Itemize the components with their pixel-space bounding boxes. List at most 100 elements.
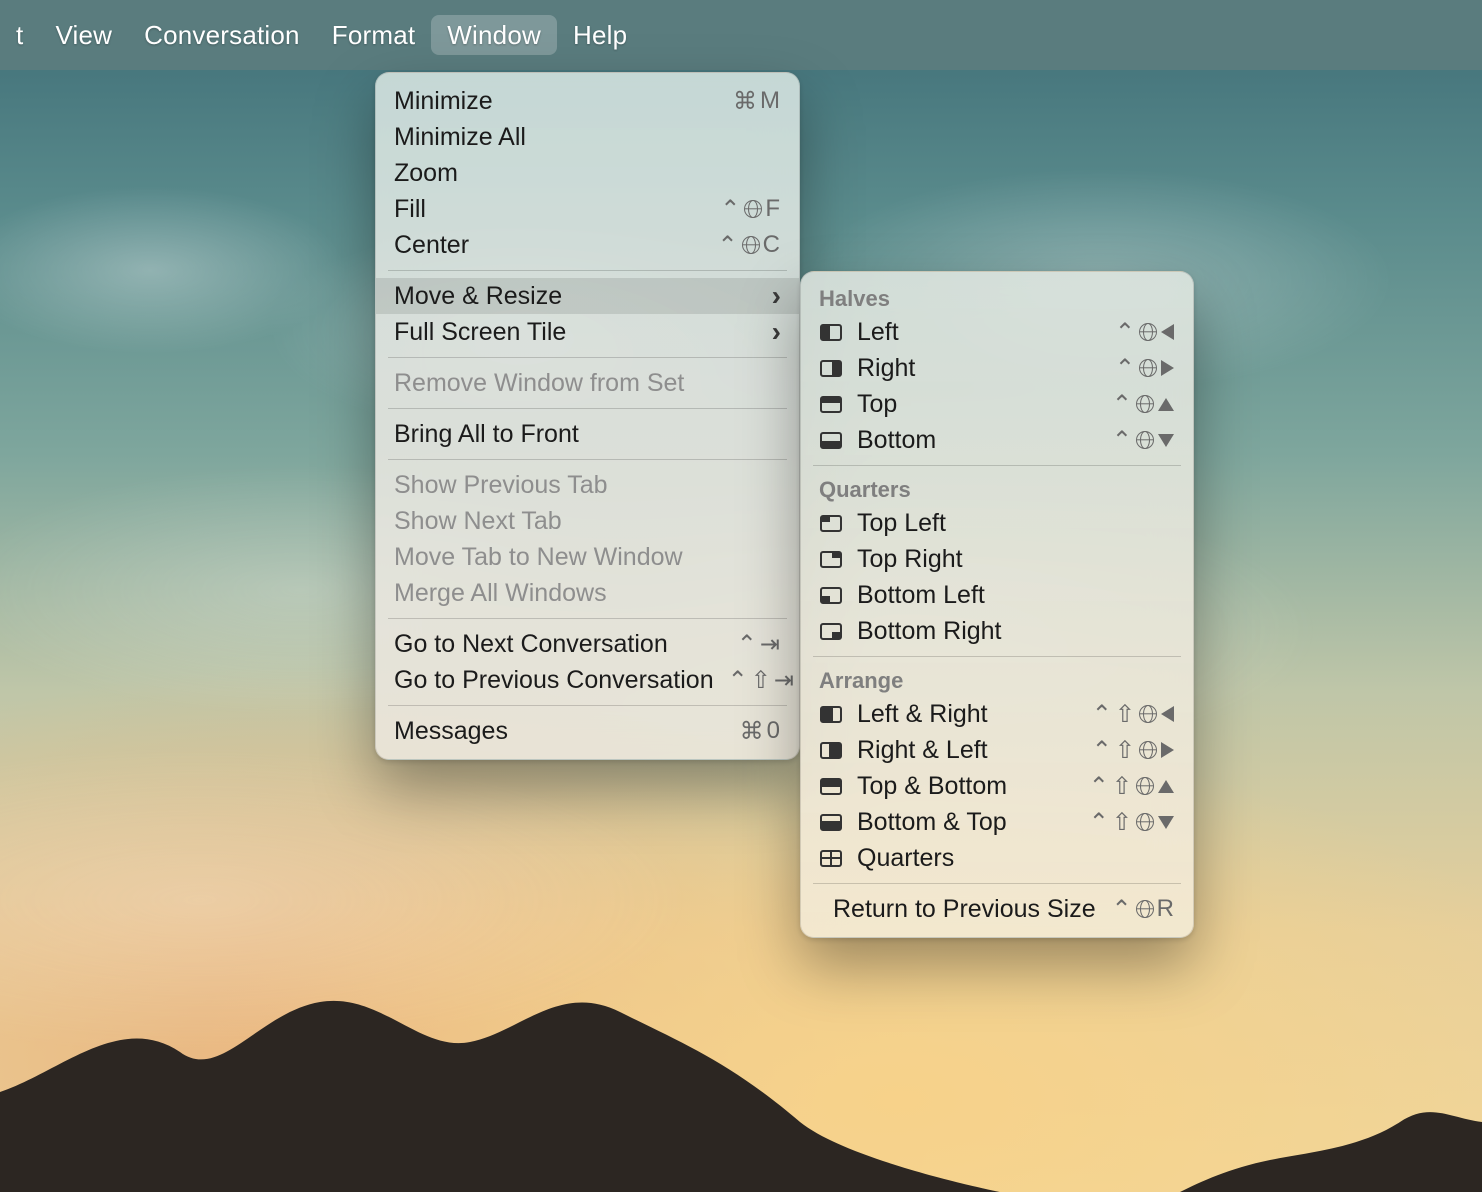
modifier-key: ⇧ bbox=[751, 666, 772, 695]
menu-item-left[interactable]: Left ⌃ bbox=[801, 314, 1193, 350]
modifier-key: ⌃ bbox=[728, 666, 749, 695]
modifier-key: ⌃ bbox=[1089, 772, 1110, 801]
menu-item-left-right[interactable]: Left & Right ⌃⇧ bbox=[801, 696, 1193, 732]
chevron-right-icon: › bbox=[764, 280, 781, 312]
globe-icon bbox=[1136, 777, 1154, 795]
globe-icon bbox=[1136, 813, 1154, 831]
shortcut-key: R bbox=[1157, 895, 1175, 923]
menu-item-top-left[interactable]: Top Left bbox=[801, 505, 1193, 541]
menu-separator bbox=[813, 883, 1181, 884]
right-triangle-icon bbox=[1161, 742, 1174, 758]
menu-shortcut: ⌃ bbox=[1112, 390, 1175, 419]
globe-icon bbox=[1139, 705, 1157, 723]
window-position-icon-left bbox=[819, 324, 843, 341]
modifier-key: ⇧ bbox=[1115, 736, 1136, 765]
window-menu-dropdown: Minimize⌘MMinimize AllZoomFill⌃FCenter⌃C… bbox=[375, 72, 800, 760]
menu-item-show-previous-tab: Show Previous Tab bbox=[376, 467, 799, 503]
menu-item-minimize-all[interactable]: Minimize All bbox=[376, 119, 799, 155]
menu-item-quarters[interactable]: Quarters bbox=[801, 840, 1193, 876]
menu-item-label: Bottom bbox=[857, 426, 1098, 455]
modifier-key: ⌃ bbox=[1092, 700, 1113, 729]
menubar-item-conversation[interactable]: Conversation bbox=[128, 15, 316, 55]
menu-item-full-screen-tile[interactable]: Full Screen Tile› bbox=[376, 314, 799, 350]
modifier-key: ⌃ bbox=[1115, 354, 1136, 383]
menu-item-messages[interactable]: Messages⌘0 bbox=[376, 713, 799, 749]
menubar-item-t[interactable]: t bbox=[0, 15, 39, 55]
menu-item-label: Return to Previous Size bbox=[833, 895, 1098, 924]
menu-item-go-to-previous-conversation[interactable]: Go to Previous Conversation ⌃⇧⇥ bbox=[376, 662, 799, 698]
modifier-key: ⇧ bbox=[1115, 700, 1136, 729]
menubar-item-view[interactable]: View bbox=[39, 15, 128, 55]
menu-item-label: Go to Previous Conversation bbox=[394, 666, 714, 695]
globe-icon bbox=[1139, 741, 1157, 759]
menu-item-move-tab-to-new-window: Move Tab to New Window bbox=[376, 539, 799, 575]
left-triangle-icon bbox=[1161, 706, 1174, 722]
globe-icon bbox=[1136, 431, 1154, 449]
globe-icon bbox=[1139, 323, 1157, 341]
menu-shortcut: ⌃ bbox=[1115, 354, 1175, 383]
menu-item-go-to-next-conversation[interactable]: Go to Next Conversation⌃⇥ bbox=[376, 626, 799, 662]
menu-item-label: Left & Right bbox=[857, 700, 1078, 729]
menu-item-label: Full Screen Tile bbox=[394, 318, 750, 347]
menu-shortcut: ⌃⇧ bbox=[1092, 736, 1175, 765]
menu-item-bottom-top[interactable]: Bottom & Top⌃⇧ bbox=[801, 804, 1193, 840]
menu-item-zoom[interactable]: Zoom bbox=[376, 155, 799, 191]
menu-separator bbox=[388, 618, 787, 619]
menu-item-merge-all-windows: Merge All Windows bbox=[376, 575, 799, 611]
menu-item-top-right[interactable]: Top Right bbox=[801, 541, 1193, 577]
menu-item-label: Minimize bbox=[394, 87, 719, 116]
window-position-icon-bottom bbox=[819, 432, 843, 449]
menubar-item-window[interactable]: Window bbox=[431, 15, 557, 55]
modifier-key: ⌃ bbox=[718, 231, 739, 260]
shortcut-key: 0 bbox=[767, 717, 781, 745]
menu-item-bring-all-to-front[interactable]: Bring All to Front bbox=[376, 416, 799, 452]
menu-item-bottom-right[interactable]: Bottom Right bbox=[801, 613, 1193, 649]
menu-shortcut: ⌃R bbox=[1112, 895, 1175, 924]
menu-item-label: Top Left bbox=[857, 509, 1175, 538]
modifier-key: ⌃ bbox=[1112, 895, 1133, 924]
menubar: tViewConversationFormatWindowHelp bbox=[0, 0, 1482, 70]
menu-item-right[interactable]: Right ⌃ bbox=[801, 350, 1193, 386]
menu-separator bbox=[388, 357, 787, 358]
window-position-icon-topbig bbox=[819, 778, 843, 795]
left-triangle-icon bbox=[1161, 324, 1174, 340]
menu-item-move-resize[interactable]: Move & Resize› bbox=[376, 278, 799, 314]
menu-item-fill[interactable]: Fill⌃F bbox=[376, 191, 799, 227]
modifier-key: ⌃ bbox=[1115, 318, 1136, 347]
down-triangle-icon bbox=[1158, 434, 1174, 447]
down-triangle-icon bbox=[1158, 816, 1174, 829]
menu-item-bottom[interactable]: Bottom⌃ bbox=[801, 422, 1193, 458]
menubar-item-help[interactable]: Help bbox=[557, 15, 643, 55]
menubar-item-format[interactable]: Format bbox=[316, 15, 432, 55]
menu-item-return-to-previous-size[interactable]: Return to Previous Size⌃R bbox=[801, 891, 1193, 927]
modifier-key: ⇥ bbox=[760, 630, 781, 659]
modifier-key: ⌘ bbox=[733, 87, 758, 116]
modifier-key: ⇥ bbox=[774, 666, 795, 695]
menu-item-label: Minimize All bbox=[394, 123, 781, 152]
modifier-key: ⌃ bbox=[1092, 736, 1113, 765]
up-triangle-icon bbox=[1158, 398, 1174, 411]
menu-separator bbox=[388, 270, 787, 271]
menu-item-label: Bring All to Front bbox=[394, 420, 781, 449]
window-position-icon-grid bbox=[819, 850, 843, 867]
menu-item-top-bottom[interactable]: Top & Bottom⌃⇧ bbox=[801, 768, 1193, 804]
menu-item-label: Show Next Tab bbox=[394, 507, 781, 536]
menu-item-label: Right bbox=[857, 354, 1101, 383]
menu-item-label: Top & Bottom bbox=[857, 772, 1075, 801]
menu-section-header-halves: Halves bbox=[801, 282, 1193, 314]
menu-item-bottom-left[interactable]: Bottom Left bbox=[801, 577, 1193, 613]
menu-shortcut: ⌃C bbox=[718, 231, 781, 260]
menu-item-minimize[interactable]: Minimize⌘M bbox=[376, 83, 799, 119]
menu-item-center[interactable]: Center⌃C bbox=[376, 227, 799, 263]
menu-item-top[interactable]: Top⌃ bbox=[801, 386, 1193, 422]
desktop-background: tViewConversationFormatWindowHelp Minimi… bbox=[0, 0, 1482, 1192]
menu-item-right-left[interactable]: Right & Left⌃⇧ bbox=[801, 732, 1193, 768]
globe-icon bbox=[1136, 900, 1154, 918]
menu-item-label: Remove Window from Set bbox=[394, 369, 781, 398]
menu-separator bbox=[388, 459, 787, 460]
up-triangle-icon bbox=[1158, 780, 1174, 793]
menu-item-label: Left bbox=[857, 318, 1101, 347]
globe-icon bbox=[744, 200, 762, 218]
move-resize-submenu: HalvesLeft⌃Right⌃Top⌃Bottom⌃QuartersTop … bbox=[800, 271, 1194, 938]
window-position-icon-leftbig bbox=[819, 706, 843, 723]
